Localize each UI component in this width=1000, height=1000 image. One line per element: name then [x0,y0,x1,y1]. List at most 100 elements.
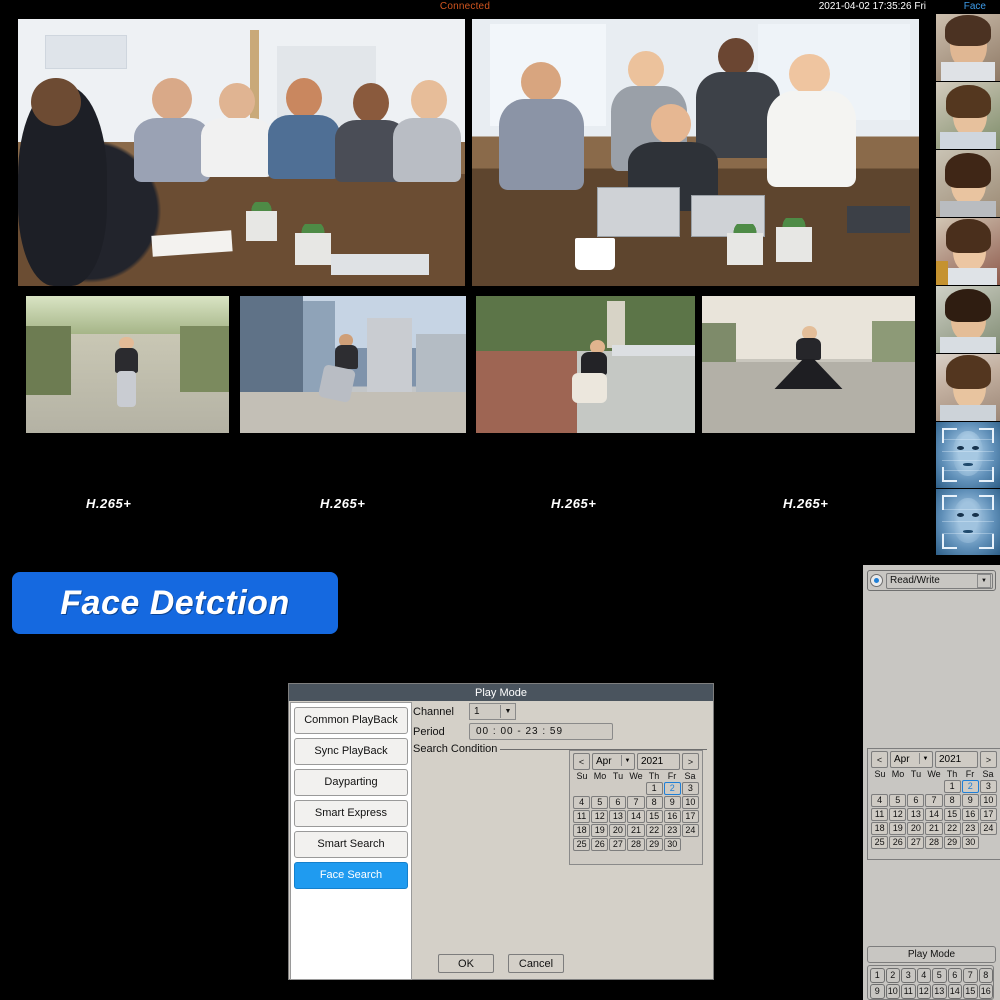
calendar-day[interactable]: 8 [646,796,663,809]
calendar-day[interactable]: 17 [980,808,997,821]
calendar-day[interactable]: 19 [889,822,906,835]
face-thumbnail[interactable] [936,286,1000,353]
channel-number-button[interactable]: 8 [979,968,994,983]
calendar-day[interactable]: 30 [664,838,681,851]
channel-number-button[interactable]: 7 [963,968,978,983]
channel-number-button[interactable]: 11 [901,984,916,999]
channel-number-button[interactable]: 2 [886,968,901,983]
chevron-down-icon[interactable]: ▼ [500,705,515,718]
channel-number-button[interactable]: 10 [886,984,901,999]
calendar-prev-button[interactable]: < [573,753,590,770]
calendar-day[interactable]: 15 [944,808,961,821]
calendar-day[interactable]: 16 [664,810,681,823]
calendar-day[interactable]: 3 [980,780,997,793]
face-thumbnail[interactable] [936,150,1000,217]
chevron-down-icon[interactable]: ▼ [919,753,931,764]
face-recognition-thumbnail[interactable] [936,422,1000,488]
calendar-day[interactable]: 5 [591,796,608,809]
calendar-day[interactable]: 22 [944,822,961,835]
calendar-day[interactable]: 7 [627,796,644,809]
radio-button-icon[interactable] [870,574,883,587]
calendar-day[interactable]: 8 [944,794,961,807]
channel-select[interactable]: 1 ▼ [469,703,516,720]
calendar-day[interactable]: 18 [871,822,888,835]
calendar-prev-button[interactable]: < [871,751,888,768]
calendar-month-select[interactable]: Apr ▼ [890,751,933,768]
calendar-day[interactable]: 19 [591,824,608,837]
channel-number-button[interactable]: 13 [932,984,947,999]
face-thumbnail[interactable] [936,218,1000,285]
video-channel-3[interactable] [26,296,229,433]
calendar-day[interactable]: 20 [609,824,626,837]
calendar-day[interactable]: 6 [907,794,924,807]
calendar-day[interactable]: 12 [591,810,608,823]
calendar-day[interactable]: 4 [573,796,590,809]
calendar-day[interactable]: 9 [664,796,681,809]
channel-number-button[interactable]: 14 [948,984,963,999]
face-recognition-thumbnail[interactable] [936,489,1000,555]
calendar-day[interactable]: 12 [889,808,906,821]
calendar-day[interactable]: 23 [664,824,681,837]
channel-number-button[interactable]: 12 [917,984,932,999]
channel-number-button[interactable]: 3 [901,968,916,983]
calendar-day[interactable]: 20 [907,822,924,835]
calendar-day[interactable]: 25 [573,838,590,851]
calendar-day[interactable]: 7 [925,794,942,807]
channel-number-button[interactable]: 15 [963,984,978,999]
calendar-day[interactable]: 16 [962,808,979,821]
calendar-day[interactable]: 28 [925,836,942,849]
channel-number-button[interactable]: 4 [917,968,932,983]
calendar-day[interactable]: 27 [907,836,924,849]
calendar-day[interactable]: 26 [889,836,906,849]
channel-number-button[interactable]: 5 [932,968,947,983]
calendar-day[interactable]: 21 [627,824,644,837]
calendar-day[interactable]: 4 [871,794,888,807]
calendar-next-button[interactable]: > [980,751,997,768]
calendar-day[interactable]: 26 [591,838,608,851]
calendar-day[interactable]: 13 [609,810,626,823]
calendar-day[interactable]: 22 [646,824,663,837]
video-channel-2[interactable] [472,19,919,286]
calendar-next-button[interactable]: > [682,753,699,770]
mode-face-search[interactable]: Face Search [294,862,408,889]
calendar-year-input[interactable]: 2021 [935,751,978,768]
calendar-day[interactable]: 17 [682,810,699,823]
video-channel-5[interactable] [476,296,695,433]
video-channel-4[interactable] [240,296,466,433]
calendar-day[interactable]: 21 [925,822,942,835]
mode-common-playback[interactable]: Common PlayBack [294,707,408,734]
chevron-down-icon[interactable]: ▼ [621,755,633,766]
calendar-day[interactable]: 1 [944,780,961,793]
channel-number-button[interactable]: 1 [870,968,885,983]
face-thumbnail[interactable] [936,82,1000,149]
calendar-day[interactable]: 5 [889,794,906,807]
cancel-button[interactable]: Cancel [508,954,564,973]
face-thumbnail[interactable] [936,354,1000,421]
mode-smart-express[interactable]: Smart Express [294,800,408,827]
access-mode-select[interactable]: Read/Write ▼ [886,573,993,589]
ok-button[interactable]: OK [438,954,494,973]
calendar-day[interactable]: 14 [627,810,644,823]
calendar-day[interactable]: 2 [962,780,979,793]
calendar-day[interactable]: 3 [682,782,699,795]
calendar-day[interactable]: 11 [871,808,888,821]
calendar-day[interactable]: 28 [627,838,644,851]
calendar-day[interactable]: 30 [962,836,979,849]
period-input[interactable]: 00 : 00 - 23 : 59 [469,723,613,740]
calendar-day[interactable]: 29 [944,836,961,849]
calendar-day[interactable]: 10 [980,794,997,807]
calendar-day[interactable]: 10 [682,796,699,809]
video-channel-6[interactable] [702,296,915,433]
calendar-day[interactable]: 24 [682,824,699,837]
calendar-day[interactable]: 2 [664,782,681,795]
calendar-day[interactable]: 18 [573,824,590,837]
channel-number-button[interactable]: 9 [870,984,885,999]
channel-number-button[interactable]: 6 [948,968,963,983]
calendar-year-input[interactable]: 2021 [637,753,680,770]
calendar-day[interactable]: 15 [646,810,663,823]
calendar-day[interactable]: 24 [980,822,997,835]
channel-number-button[interactable]: 16 [979,984,994,999]
calendar-day[interactable]: 25 [871,836,888,849]
calendar-month-select[interactable]: Apr ▼ [592,753,635,770]
mode-smart-search[interactable]: Smart Search [294,831,408,858]
